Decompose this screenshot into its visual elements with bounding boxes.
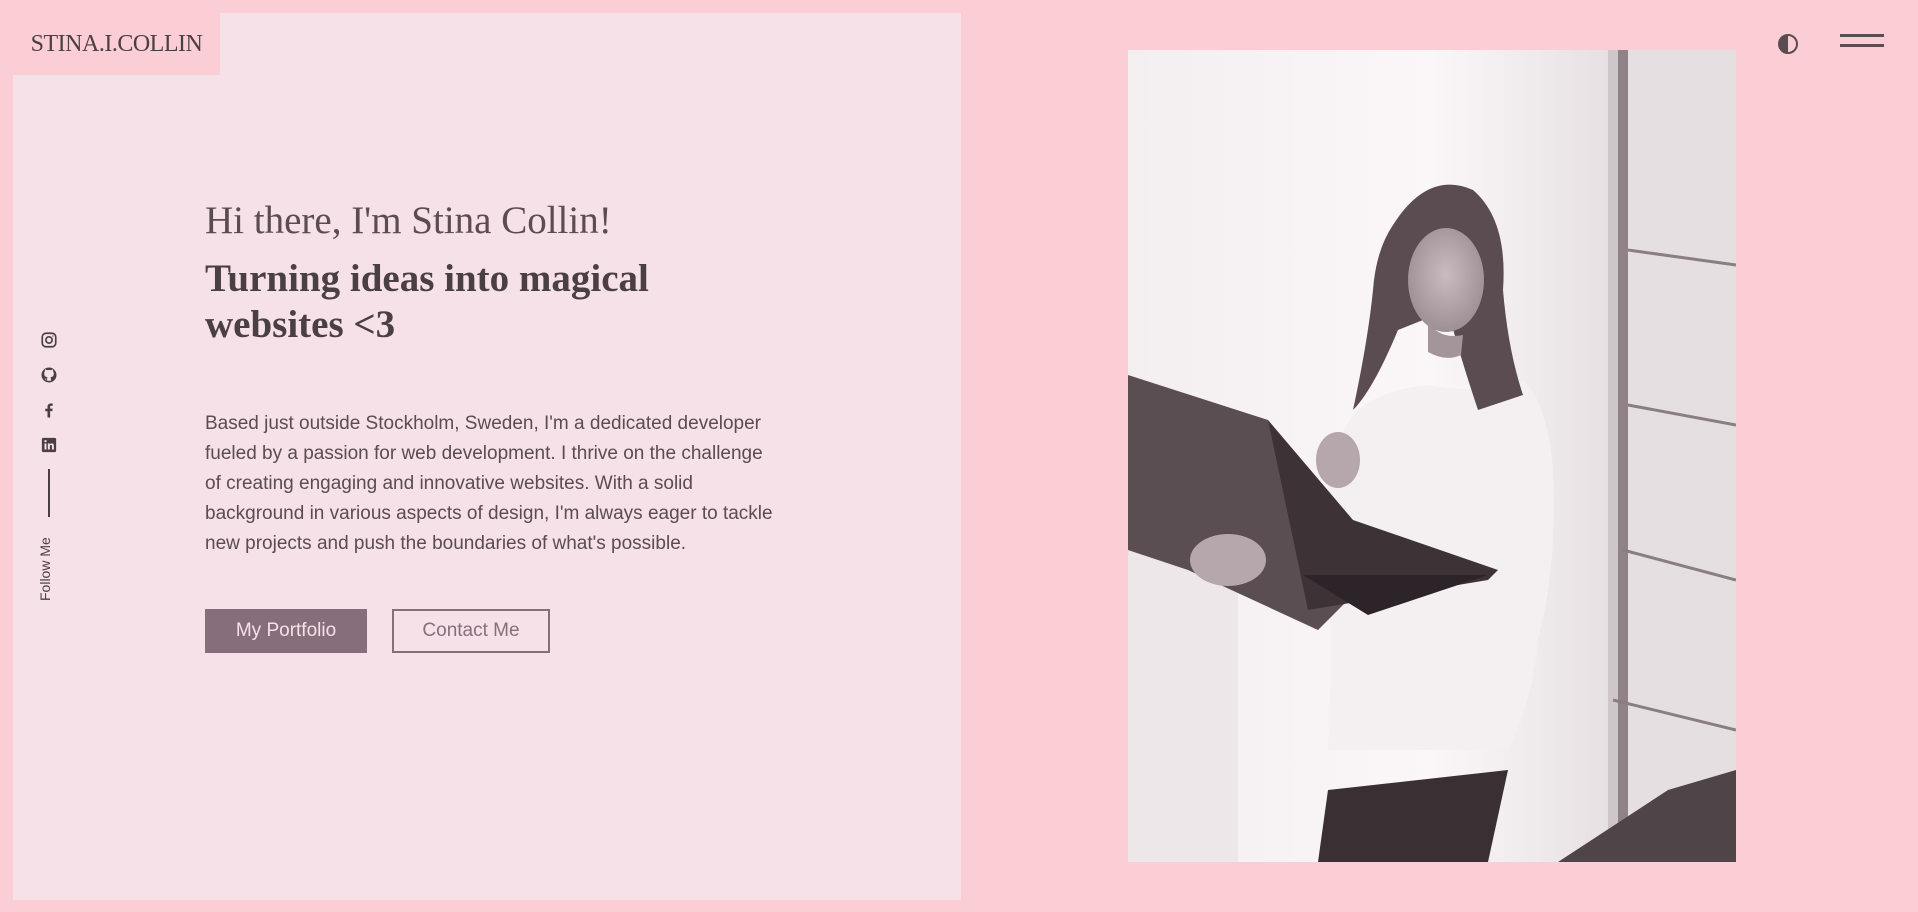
profile-photo <box>1128 50 1736 862</box>
follow-me-label: Follow Me <box>37 537 53 601</box>
github-icon[interactable] <box>39 365 59 385</box>
menu-bar-top <box>1840 34 1884 37</box>
linkedin-icon[interactable] <box>39 435 59 455</box>
social-divider-line <box>48 469 50 517</box>
site-logo[interactable]: STINA.I.COLLIN <box>13 13 220 75</box>
hero-bio: Based just outside Stockholm, Sweden, I'… <box>205 413 773 554</box>
contact-button[interactable]: Contact Me <box>392 609 550 653</box>
contrast-icon[interactable] <box>1776 32 1800 56</box>
menu-bar-bottom <box>1840 44 1884 47</box>
portfolio-button[interactable]: My Portfolio <box>205 609 367 653</box>
hero-greeting: Hi there, I'm Stina Collin! <box>205 199 612 242</box>
instagram-icon[interactable] <box>39 330 59 350</box>
profile-photo-illustration <box>1128 50 1736 862</box>
facebook-icon[interactable] <box>39 400 59 420</box>
hero-headline: Turning ideas into magical websites <3 <box>205 257 649 346</box>
hamburger-menu-icon[interactable] <box>1840 34 1886 56</box>
social-links <box>38 330 60 517</box>
